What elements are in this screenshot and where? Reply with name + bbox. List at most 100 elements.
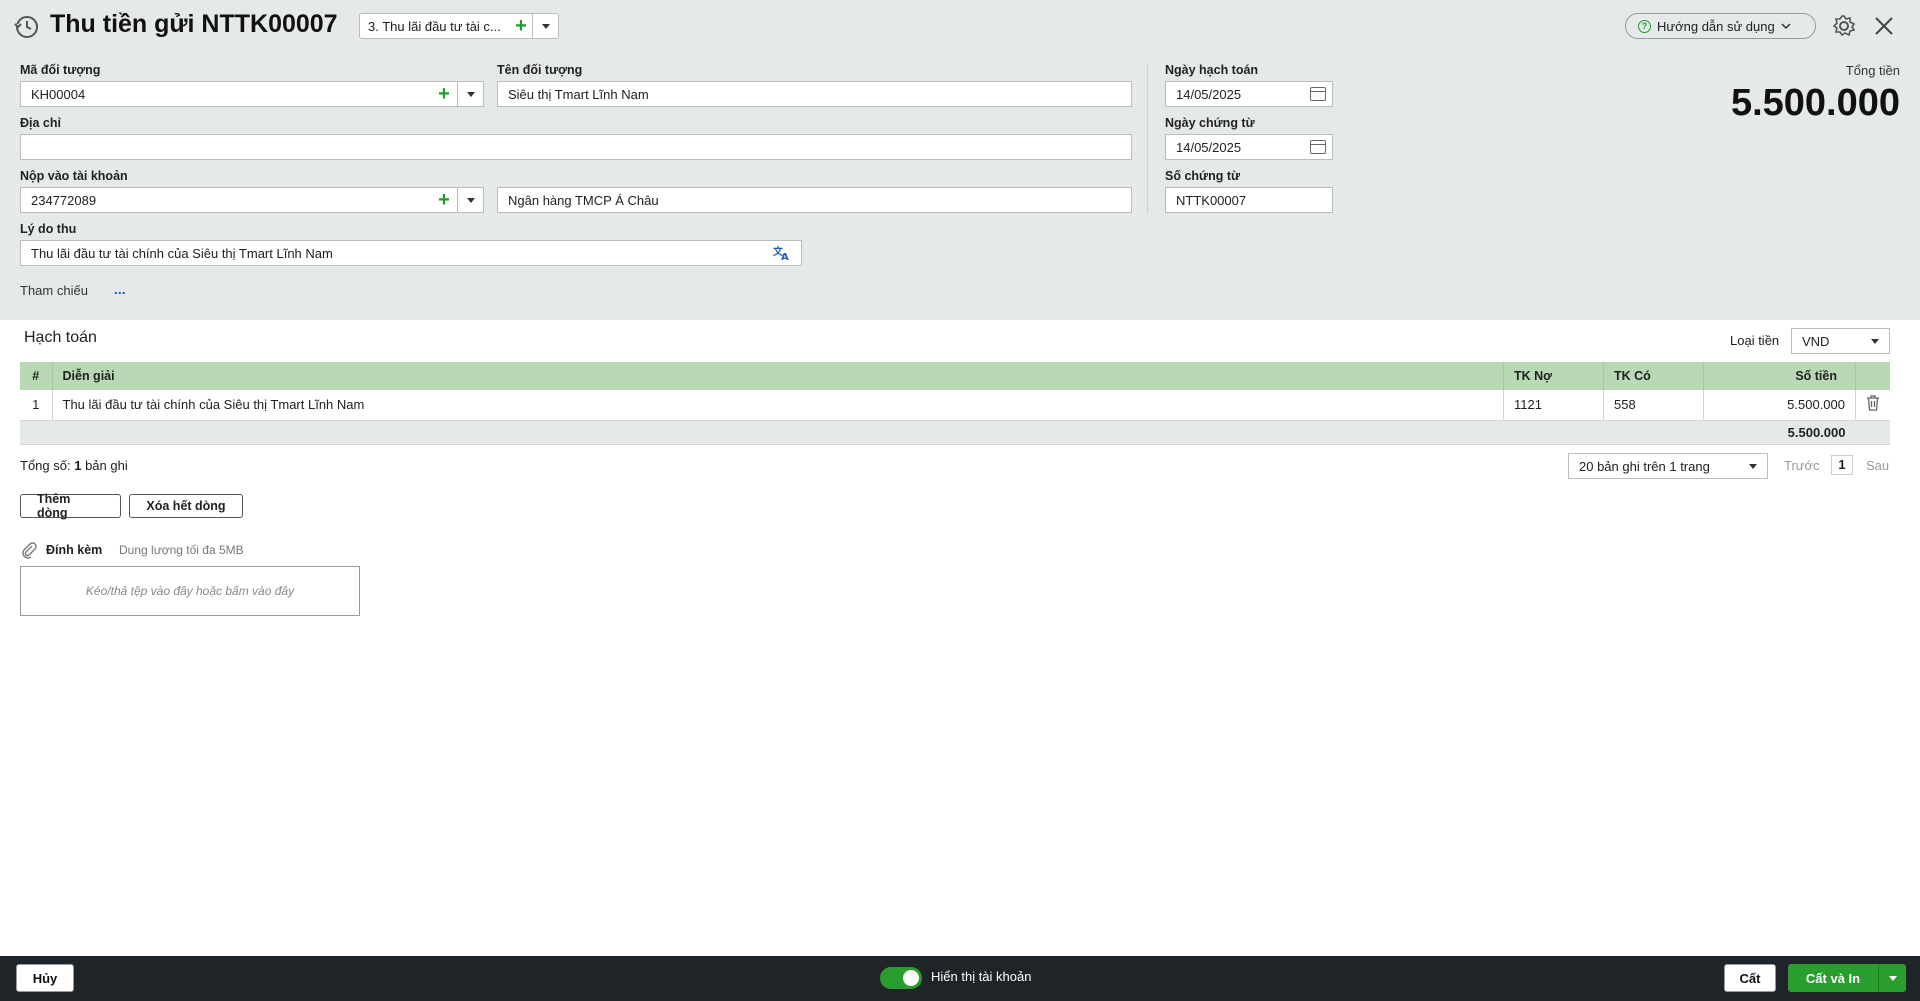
ten-doi-tuong-label: Tên đối tượng bbox=[497, 63, 583, 77]
page-size-value: 20 bản ghi trên 1 trang bbox=[1579, 458, 1710, 474]
ngan-hang-field[interactable]: Ngân hàng TMCP Á Châu bbox=[497, 187, 1132, 213]
calendar-icon[interactable] bbox=[1310, 140, 1326, 154]
ngay-chung-tu-field[interactable]: 14/05/2025 bbox=[1165, 134, 1333, 160]
nop-vao-field[interactable]: 234772089 + bbox=[20, 187, 484, 213]
ngay-hach-toan-field[interactable]: 14/05/2025 bbox=[1165, 81, 1333, 107]
so-chung-tu-value: NTTK00007 bbox=[1176, 192, 1247, 208]
chevron-down-icon bbox=[1888, 975, 1897, 981]
chevron-down-icon bbox=[466, 197, 475, 203]
page-size-select[interactable]: 20 bản ghi trên 1 trang bbox=[1568, 453, 1768, 479]
cancel-button[interactable]: Hủy bbox=[16, 964, 74, 992]
column-header: TK Có bbox=[1603, 362, 1704, 390]
page-title: Thu tiền gửi NTTK00007 bbox=[50, 10, 338, 38]
dropdown-button[interactable] bbox=[457, 188, 483, 212]
footer-bar: Hủy Hiển thị tài khoản Cất Cất và In bbox=[0, 956, 1920, 1001]
ngay-hach-toan-label: Ngày hạch toán bbox=[1165, 63, 1259, 77]
history-icon[interactable] bbox=[14, 14, 40, 40]
chevron-down-icon bbox=[541, 23, 550, 29]
ly-do-field[interactable]: Thu lãi đầu tư tài chính của Siêu thị Tm… bbox=[20, 240, 802, 266]
ma-doi-tuong-value: KH00004 bbox=[31, 86, 86, 102]
attachment-dropzone[interactable]: Kéo/thả tệp vào đây hoặc bấm vào đây bbox=[20, 566, 360, 616]
row-amount[interactable]: 5.500.000 bbox=[1703, 390, 1856, 421]
chevron-down-icon bbox=[1781, 23, 1791, 30]
row-debit-account[interactable]: 1121 bbox=[1503, 390, 1604, 421]
column-header: # bbox=[20, 362, 53, 390]
table-row[interactable]: 1 Thu lãi đầu tư tài chính của Siêu thị … bbox=[20, 390, 1890, 421]
add-icon[interactable]: + bbox=[431, 84, 457, 104]
attachment-label: Đính kèm bbox=[46, 543, 103, 557]
help-label: Hướng dẫn sử dụng bbox=[1657, 18, 1775, 34]
dia-chi-label: Địa chỉ bbox=[20, 116, 61, 130]
prev-page-link[interactable]: Trước bbox=[1784, 458, 1820, 473]
close-icon[interactable] bbox=[1873, 15, 1895, 37]
show-account-toggle[interactable] bbox=[880, 967, 922, 989]
record-count: Tổng số: 1 bản ghi bbox=[20, 458, 128, 473]
currency-select[interactable]: VND bbox=[1791, 328, 1890, 354]
next-page-link[interactable]: Sau bbox=[1866, 458, 1889, 473]
form-header-area bbox=[0, 0, 1920, 320]
help-button[interactable]: ? Hướng dẫn sử dụng bbox=[1625, 13, 1816, 39]
voucher-type-value: 3. Thu lãi đầu tư tài c... bbox=[368, 18, 501, 34]
ten-doi-tuong-field[interactable]: Siêu thị Tmart Lĩnh Nam bbox=[497, 81, 1132, 107]
column-header: TK Nợ bbox=[1503, 362, 1604, 390]
ngay-chung-tu-label: Ngày chứng từ bbox=[1165, 116, 1255, 130]
column-header: Diễn giải bbox=[52, 362, 1504, 390]
sum-row: 5.500.000 bbox=[20, 420, 1890, 445]
save-options-dropdown[interactable] bbox=[1878, 964, 1906, 992]
so-chung-tu-field[interactable]: NTTK00007 bbox=[1165, 187, 1333, 213]
question-icon: ? bbox=[1638, 19, 1651, 33]
accounting-table: # Diễn giải TK Nợ TK Có Số tiền 1 Thu lã… bbox=[20, 362, 1890, 445]
ngay-hach-toan-value: 14/05/2025 bbox=[1176, 86, 1242, 102]
svg-text:A: A bbox=[781, 252, 789, 261]
attachment-hint: Dung lượng tối đa 5MB bbox=[119, 543, 244, 557]
ngan-hang-value: Ngân hàng TMCP Á Châu bbox=[508, 192, 659, 208]
ly-do-value: Thu lãi đầu tư tài chính của Siêu thị Tm… bbox=[31, 245, 333, 261]
so-chung-tu-label: Số chứng từ bbox=[1165, 169, 1241, 183]
row-number: 1 bbox=[20, 390, 53, 421]
nop-vao-label: Nộp vào tài khoản bbox=[20, 169, 128, 183]
save-and-print-label: Cất và In bbox=[1805, 970, 1861, 986]
row-actions bbox=[1855, 390, 1890, 421]
dropdown-button[interactable] bbox=[532, 14, 558, 38]
tham-chieu-more-link[interactable]: ... bbox=[114, 281, 126, 297]
column-header-actions bbox=[1855, 362, 1890, 390]
trash-icon[interactable] bbox=[1866, 395, 1880, 411]
section-title: Hạch toán bbox=[24, 329, 97, 346]
toggle-label: Hiển thị tài khoản bbox=[931, 969, 1032, 984]
paperclip-icon bbox=[22, 542, 37, 559]
chevron-down-icon bbox=[1871, 338, 1879, 344]
save-button[interactable]: Cất bbox=[1724, 964, 1776, 992]
total-label: Tổng tiền bbox=[1845, 63, 1900, 78]
voucher-type-select[interactable]: 3. Thu lãi đầu tư tài c... + bbox=[359, 13, 559, 39]
column-header: Số tiền bbox=[1703, 362, 1856, 390]
translate-icon[interactable]: 文 A bbox=[773, 245, 791, 261]
nop-vao-value: 234772089 bbox=[31, 192, 97, 208]
ten-doi-tuong-value: Siêu thị Tmart Lĩnh Nam bbox=[508, 86, 649, 102]
row-credit-account[interactable]: 558 bbox=[1603, 390, 1704, 421]
record-count-prefix: Tổng số: bbox=[20, 458, 71, 473]
divider bbox=[1147, 64, 1148, 214]
ma-doi-tuong-field[interactable]: KH00004 + bbox=[20, 81, 484, 107]
row-description[interactable]: Thu lãi đầu tư tài chính của Siêu thị Tm… bbox=[52, 390, 1504, 421]
ma-doi-tuong-label: Mã đối tượng bbox=[20, 63, 101, 77]
dia-chi-field[interactable] bbox=[20, 134, 1132, 160]
toggle-knob bbox=[903, 970, 919, 986]
sum-amount: 5.500.000 bbox=[1703, 420, 1856, 445]
add-icon[interactable]: + bbox=[431, 190, 457, 210]
tham-chieu-label: Tham chiếu bbox=[20, 283, 88, 298]
calendar-icon[interactable] bbox=[1310, 87, 1326, 101]
add-icon[interactable]: + bbox=[510, 16, 532, 36]
dropdown-button[interactable] bbox=[457, 82, 483, 106]
total-amount: 5.500.000 bbox=[1730, 82, 1900, 124]
delete-all-rows-button[interactable]: Xóa hết dòng bbox=[129, 494, 243, 518]
ngay-chung-tu-value: 14/05/2025 bbox=[1176, 139, 1242, 155]
currency-label: Loại tiền bbox=[1730, 333, 1780, 348]
current-page[interactable]: 1 bbox=[1831, 455, 1853, 475]
currency-value: VND bbox=[1802, 333, 1830, 349]
add-row-button[interactable]: Thêm dòng bbox=[20, 492, 121, 520]
gear-icon[interactable] bbox=[1832, 14, 1856, 38]
save-and-print-button[interactable]: Cất và In bbox=[1788, 964, 1906, 992]
ly-do-label: Lý do thu bbox=[20, 222, 77, 236]
chevron-down-icon bbox=[1749, 463, 1757, 469]
record-count-suffix: bản ghi bbox=[85, 458, 128, 473]
